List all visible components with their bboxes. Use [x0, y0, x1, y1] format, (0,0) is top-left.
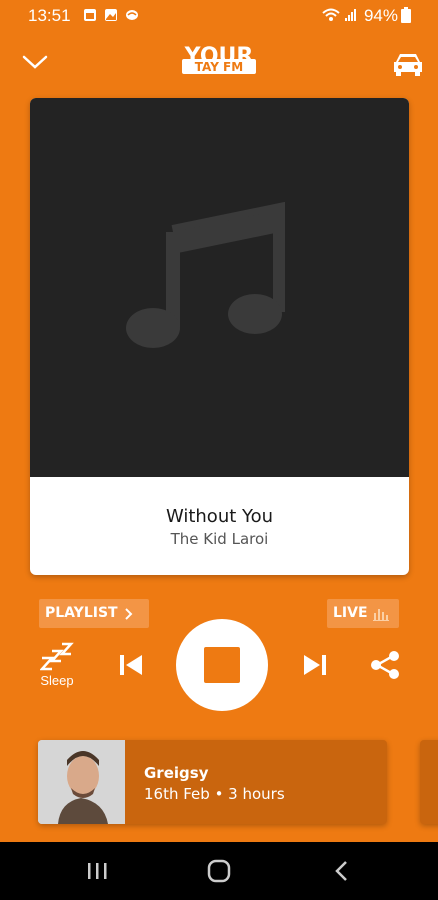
music-note-icon — [126, 202, 285, 348]
chevron-down-icon[interactable] — [22, 52, 48, 72]
album-art — [30, 98, 409, 477]
next-presenter-card[interactable] — [420, 740, 438, 824]
battery-percent: 94% — [363, 6, 398, 25]
app-notification-icon — [126, 10, 138, 20]
presenter-photo — [38, 740, 125, 824]
playlist-button[interactable]: PLAYLIST — [39, 599, 149, 628]
recents-icon[interactable] — [86, 861, 108, 881]
live-label: LIVE — [333, 605, 368, 621]
now-playing-card: Without You The Kid Laroi — [30, 98, 409, 575]
chevron-right-icon — [125, 608, 133, 620]
signal-icon — [345, 9, 356, 21]
playlist-label: PLAYLIST — [45, 605, 118, 621]
skip-previous-icon[interactable] — [118, 652, 144, 678]
stop-button[interactable] — [176, 619, 268, 711]
station-logo: YOUR TAY FM — [164, 44, 274, 81]
sleep-label: Sleep — [40, 673, 74, 688]
track-artist: The Kid Laroi — [170, 530, 269, 548]
skip-next-icon[interactable] — [302, 652, 328, 678]
presenter-name: Greigsy — [144, 764, 209, 782]
gallery-icon — [105, 9, 117, 21]
share-icon[interactable] — [369, 650, 401, 680]
status-time: 13:51 — [28, 6, 71, 25]
car-icon[interactable] — [392, 50, 424, 78]
sleep-icon — [40, 642, 74, 671]
home-icon[interactable] — [207, 859, 231, 883]
wifi-icon — [322, 8, 340, 21]
sleep-button[interactable]: Sleep — [36, 640, 78, 690]
presenter-card[interactable]: Greigsy 16th Feb • 3 hours — [38, 740, 387, 824]
presenter-schedule: 16th Feb • 3 hours — [144, 785, 285, 803]
status-bar: 13:51 94% — [0, 0, 438, 32]
logo-word-tayfm: TAY FM — [195, 60, 243, 74]
stop-icon — [204, 647, 240, 683]
track-title: Without You — [165, 506, 274, 527]
live-button[interactable]: LIVE — [327, 599, 399, 628]
equalizer-icon — [373, 609, 389, 621]
back-icon[interactable] — [334, 860, 348, 882]
system-nav-bar — [0, 842, 438, 900]
calendar-icon — [84, 9, 96, 21]
battery-icon — [401, 7, 411, 23]
